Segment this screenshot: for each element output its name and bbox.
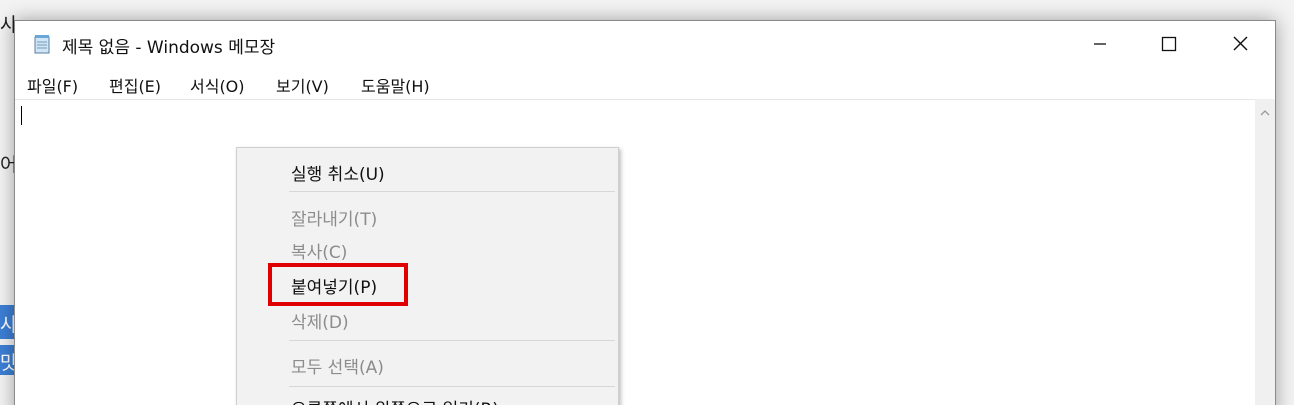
- menu-file[interactable]: 파일(F): [27, 73, 78, 97]
- close-button[interactable]: [1207, 21, 1271, 67]
- maximize-button[interactable]: [1137, 21, 1201, 67]
- minimize-icon: [1094, 43, 1106, 45]
- menu-view[interactable]: 보기(V): [276, 73, 329, 97]
- menu-item-cut: 잘라내기(T): [291, 210, 378, 230]
- menu-separator: [289, 340, 615, 341]
- menu-item-delete: 삭제(D): [291, 313, 349, 333]
- maximize-icon: [1161, 36, 1177, 52]
- menu-separator: [289, 191, 615, 192]
- text-editor[interactable]: [15, 99, 1255, 405]
- minimize-button[interactable]: [1067, 21, 1131, 67]
- menu-separator: [289, 386, 615, 387]
- text-caret: [21, 106, 22, 125]
- close-icon: [1233, 36, 1248, 51]
- notepad-window: 제목 없음 - Windows 메모장 파일(F) 편집(E) 서식(O) 보기…: [14, 20, 1276, 405]
- menu-help[interactable]: 도움말(H): [361, 73, 430, 97]
- menu-format[interactable]: 서식(O): [190, 73, 245, 97]
- scroll-up-icon[interactable]: [1258, 107, 1272, 119]
- menu-item-select-all: 모두 선택(A): [291, 358, 384, 378]
- menu-item-copy: 복사(C): [291, 243, 348, 263]
- title-bar[interactable]: 제목 없음 - Windows 메모장: [15, 21, 1275, 67]
- menu-item-undo[interactable]: 실행 취소(U): [291, 160, 385, 185]
- vertical-scrollbar[interactable]: [1255, 99, 1275, 405]
- menu-edit[interactable]: 편집(E): [109, 73, 161, 97]
- highlight-box: [268, 263, 408, 306]
- menu-bar: 파일(F) 편집(E) 서식(O) 보기(V) 도움말(H): [15, 69, 1275, 99]
- notepad-icon: [34, 35, 50, 54]
- menu-item-rtl-reading[interactable]: 오른쪽에서 왼쪽으로 읽기(R): [291, 395, 499, 405]
- window-title: 제목 없음 - Windows 메모장: [62, 38, 276, 58]
